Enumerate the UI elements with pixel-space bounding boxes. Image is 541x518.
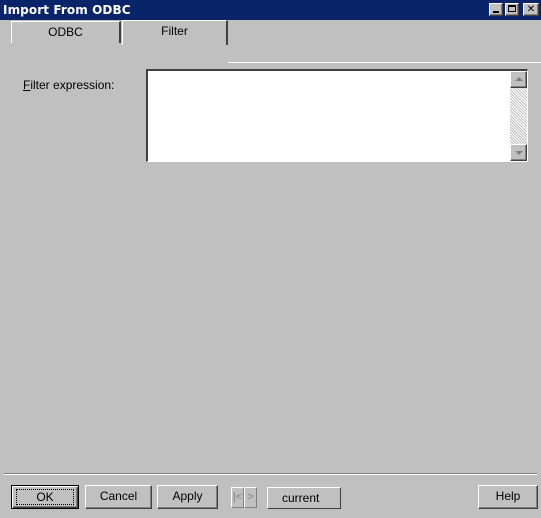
apply-label: Apply [172,489,203,503]
minimize-icon [493,11,499,13]
apply-button[interactable]: Apply [157,485,218,509]
maximize-icon [508,5,516,12]
close-icon: ✕ [526,4,536,15]
maximize-button[interactable] [505,3,519,16]
window-title: Import From ODBC [3,3,131,17]
current-record-label: current [282,491,320,505]
tab-odbc[interactable]: ODBC [11,21,121,43]
tab-divider-line [228,62,541,63]
help-label: Help [495,489,521,503]
help-button[interactable]: Help [478,485,538,509]
scroll-down-button[interactable] [510,144,527,161]
cancel-button[interactable]: Cancel [85,485,152,509]
filter-expression-input[interactable] [146,69,528,162]
close-button[interactable]: ✕ [523,3,539,16]
filter-label-text: ilter expression: [30,78,115,92]
scroll-up-button[interactable] [510,71,527,88]
cancel-label: Cancel [99,489,138,503]
button-bar-separator [4,473,537,475]
current-record-field[interactable]: current [267,487,341,509]
tab-filter[interactable]: Filter [122,20,228,45]
first-record-button[interactable]: |< [231,487,244,508]
vertical-scrollbar[interactable] [510,71,527,161]
ok-focus-rect: OK [16,489,74,505]
minimize-button[interactable] [489,3,503,16]
tab-filter-label: Filter [161,24,188,38]
scroll-up-icon [515,77,523,81]
ok-button[interactable]: OK [11,485,79,509]
tab-odbc-label: ODBC [48,25,83,39]
filter-expression-label: Filter expression: [23,78,114,92]
scroll-down-icon [515,151,523,155]
first-record-icon: |< [232,491,243,503]
title-bar[interactable]: Import From ODBC ✕ [0,0,541,20]
ok-label: OK [36,490,54,504]
tab-strip: ODBC Filter [0,20,541,62]
next-record-icon: > [247,491,254,503]
next-record-button[interactable]: > [244,487,257,508]
